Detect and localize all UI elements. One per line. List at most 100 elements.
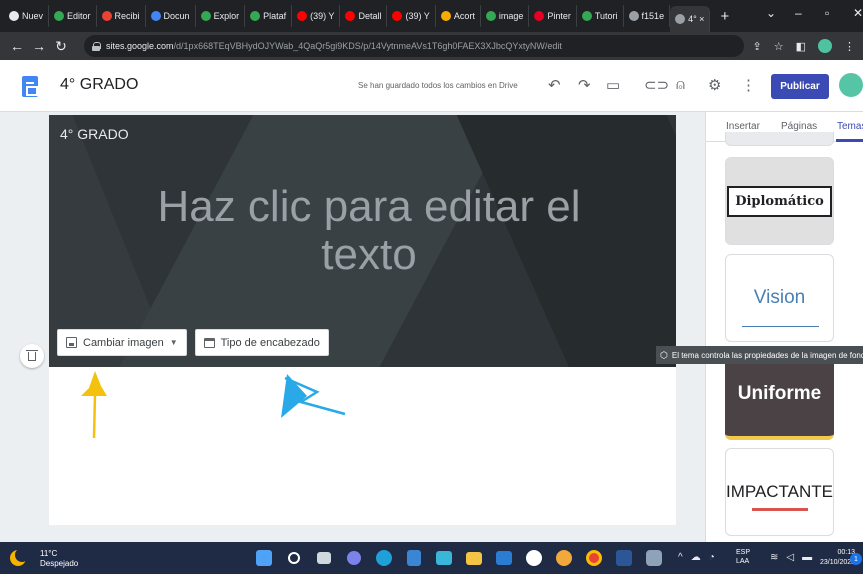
notification-badge[interactable]: 1	[850, 553, 862, 565]
close-window-icon[interactable]: ✕	[853, 6, 863, 20]
back-icon[interactable]: ←	[6, 38, 28, 54]
youtube-icon	[345, 11, 356, 21]
browser-tab[interactable]: Detall	[340, 5, 388, 27]
language-indicator[interactable]: ESP LAA	[736, 548, 750, 566]
maximize-icon[interactable]: ▫	[825, 6, 829, 20]
address-toolbar: ← → ↻ sites.google.com/d/1px668TEqVBHydO…	[0, 32, 863, 60]
active-tab-indicator	[836, 139, 863, 142]
weather-widget[interactable]: 11°C Despejado	[40, 549, 78, 569]
tab-themes[interactable]: Temas	[837, 121, 863, 132]
theme-card-previous[interactable]	[725, 132, 834, 146]
header-banner[interactable]: 4° GRADO Haz clic para editar el texto C…	[49, 115, 676, 367]
tab-favicon-icon	[675, 14, 686, 24]
change-image-button[interactable]: Cambiar imagen ▼	[57, 329, 187, 356]
media-icon[interactable]	[523, 547, 545, 569]
chrome-menu-icon[interactable]: ⋮	[844, 40, 855, 53]
image-icon	[66, 337, 77, 348]
banner-title-placeholder[interactable]: Haz clic para editar el texto	[119, 183, 619, 279]
search-icon[interactable]	[283, 547, 305, 569]
browser-tab[interactable]: Explor	[196, 5, 246, 27]
profile-avatar[interactable]	[818, 39, 832, 53]
bookmark-star-icon[interactable]: ☆	[774, 40, 784, 53]
banner-site-label: 4° GRADO	[60, 126, 129, 142]
delete-section-button[interactable]	[20, 344, 44, 368]
settings-gear-icon[interactable]: ⚙	[708, 76, 721, 94]
forward-icon[interactable]: →	[28, 38, 50, 54]
tab-pages[interactable]: Páginas	[781, 121, 817, 132]
browser-tab[interactable]: Pinter	[529, 5, 577, 27]
mail-icon[interactable]	[493, 547, 515, 569]
new-tab-button[interactable]: +	[720, 8, 729, 25]
task-view-icon[interactable]	[313, 547, 335, 569]
blue-doodle-icon	[281, 374, 346, 418]
store-icon[interactable]	[433, 547, 455, 569]
chrome-icon[interactable]	[583, 547, 605, 569]
url-path: /d/1px668TEqVBHydOJYWab_4QaQr5gi9KDS/p/1…	[173, 41, 562, 51]
more-options-icon[interactable]: ⋮	[741, 76, 756, 94]
browser-tab[interactable]: Recibi	[97, 5, 146, 27]
chat-icon[interactable]	[343, 547, 365, 569]
file-explorer-icon[interactable]	[463, 547, 485, 569]
wifi-icon[interactable]: ≋	[770, 552, 778, 563]
calculator-icon[interactable]	[403, 547, 425, 569]
browser-tab[interactable]: Acort	[436, 5, 481, 27]
minimize-icon[interactable]: –	[795, 6, 802, 20]
theme-accent-line	[752, 508, 808, 511]
theme-card-uniforme[interactable]: Uniforme	[725, 352, 834, 440]
side-panel-icon[interactable]: ◧	[796, 40, 806, 53]
avatar[interactable]	[839, 73, 863, 97]
browser-tab[interactable]: (39) Y	[387, 5, 436, 27]
redo-icon[interactable]: ↷	[578, 76, 591, 94]
theme-name: Diplomático	[727, 185, 832, 217]
youtube-icon	[297, 11, 308, 21]
undo-icon[interactable]: ↶	[548, 76, 561, 94]
volume-icon[interactable]: ◁	[786, 552, 794, 563]
site-title[interactable]: 4° GRADO	[60, 76, 138, 94]
reload-icon[interactable]: ↻	[50, 38, 72, 55]
tab-favicon-icon	[250, 11, 261, 21]
network-icon[interactable]: ◔	[709, 552, 715, 563]
edge-icon[interactable]	[373, 547, 395, 569]
publish-button[interactable]: Publicar	[771, 74, 829, 99]
theme-card-diplomatico[interactable]: Diplomático	[725, 157, 834, 245]
browser-tab[interactable]: Plataf	[245, 5, 293, 27]
show-hidden-icons-icon[interactable]: ^	[678, 552, 683, 563]
browser-tab[interactable]: (39) Y	[292, 5, 341, 27]
tab-search-icon[interactable]: ⌄	[766, 6, 776, 20]
theme-tooltip: ⬡ El tema controla las propiedades de la…	[656, 346, 863, 364]
browser-tab[interactable]: Tutori	[577, 5, 624, 27]
header-type-button[interactable]: Tipo de encabezado	[194, 329, 329, 356]
app-icon[interactable]	[643, 547, 665, 569]
share-icon[interactable]: ⇪	[753, 40, 762, 53]
tab-favicon-icon	[628, 11, 639, 21]
theme-card-impactante[interactable]: IMPACTANTE	[725, 448, 834, 536]
link-icon[interactable]: ⊂⊃	[644, 76, 669, 94]
youtube-icon	[392, 11, 403, 21]
tab-favicon-icon	[485, 11, 496, 21]
browser-tab[interactable]: Editor	[49, 5, 97, 27]
windows-start-icon[interactable]	[253, 547, 275, 569]
weather-moon-icon[interactable]	[10, 548, 29, 566]
tab-insert[interactable]: Insertar	[726, 121, 760, 132]
google-sites-logo-icon[interactable]	[22, 76, 38, 97]
paint-icon[interactable]	[553, 547, 575, 569]
tab-favicon-icon	[581, 11, 592, 21]
preview-icon[interactable]: ▭	[606, 76, 620, 94]
address-bar[interactable]: sites.google.com/d/1px668TEqVBHydOJYWab_…	[84, 35, 744, 57]
lock-icon	[92, 41, 101, 51]
browser-tab[interactable]: Nuev	[4, 5, 50, 27]
docs-icon	[150, 11, 161, 21]
right-panel: Insertar Páginas Temas Diplomático Visio…	[705, 112, 863, 542]
sites-header: 4° GRADO Se han guardado todos los cambi…	[0, 60, 863, 112]
drawn-images[interactable]	[49, 366, 369, 466]
browser-tab[interactable]: f151e	[624, 5, 671, 27]
battery-icon[interactable]: ▬	[802, 552, 812, 563]
word-icon[interactable]	[613, 547, 635, 569]
theme-name: Uniforme	[737, 383, 822, 404]
cloud-icon[interactable]: ☁	[691, 552, 701, 563]
browser-tab[interactable]: image	[481, 5, 530, 27]
add-person-icon[interactable]: ⍝	[676, 76, 685, 93]
browser-tab-active[interactable]: 4° ×	[670, 6, 711, 32]
browser-tab[interactable]: Docun	[146, 5, 196, 27]
theme-card-vision[interactable]: Vision	[725, 254, 834, 342]
